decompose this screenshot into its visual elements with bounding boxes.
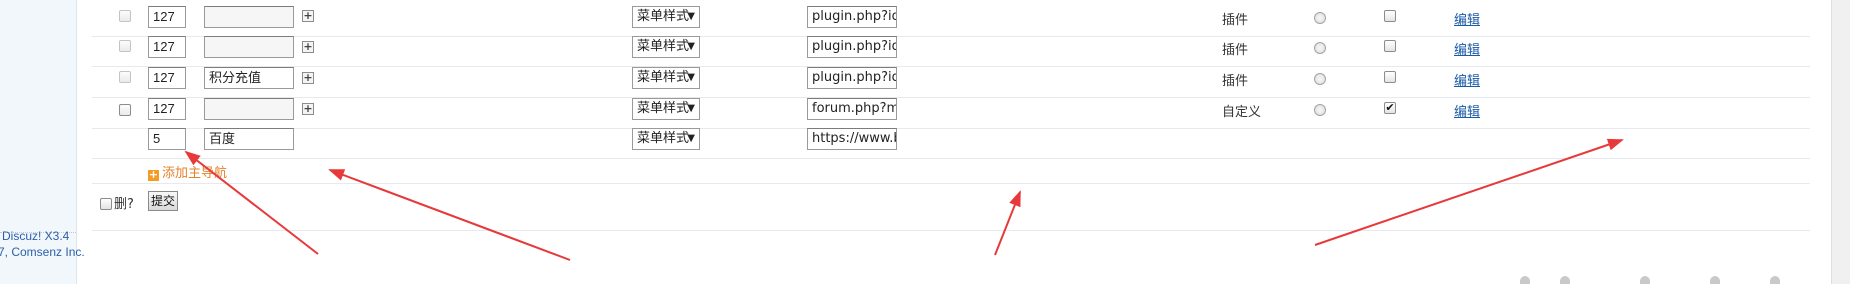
add-main-nav-link[interactable]: + 添加主导航 [148,162,227,181]
style-value: 菜单样式 [637,39,690,54]
delete-checkbox-row: 删? [100,193,134,212]
add-main-nav-label: 添加主导航 [162,166,228,181]
delete-all-checkbox[interactable] [100,198,112,210]
dropdown-arrow-icon: ▼ [687,72,695,83]
order-input[interactable]: 127 [148,98,186,120]
new-order-input[interactable]: 5 [148,128,186,150]
vertical-scrollbar[interactable] [1831,0,1850,284]
open-new-window-checkbox[interactable] [1384,71,1396,83]
delete-label: 删? [114,197,134,212]
new-url-input[interactable]: https://www.baid [807,128,897,150]
default-radio[interactable] [1314,73,1326,85]
status-bar [1520,276,1830,284]
nav-type: 自定义 [1222,105,1262,120]
style-select[interactable]: 菜单样式 ▼ [632,98,700,120]
name-input[interactable] [204,6,294,28]
arrow-to-url-input [994,190,1021,256]
style-value: 菜单样式 [637,70,690,85]
footer-copyright: 7, Comsenz Inc. [0,245,85,259]
add-subnav-icon[interactable]: + [302,10,314,22]
delete-row-checkbox[interactable] [119,40,131,52]
style-select[interactable]: 菜单样式 ▼ [632,36,700,58]
name-input[interactable] [204,98,294,120]
nav-type: 插件 [1222,13,1249,28]
order-input[interactable]: 127 [148,67,186,89]
open-new-window-checkbox[interactable] [1384,10,1396,22]
add-icon: + [148,168,159,181]
url-input[interactable]: forum.php?mod= [807,98,897,120]
name-input[interactable]: 积分充值 [204,67,294,89]
footer-version: Discuz! X3.4 [2,229,70,243]
name-input[interactable] [204,36,294,58]
open-new-window-checkbox[interactable]: ✔ [1384,102,1396,114]
left-sidebar: Discuz! X3.4 7, Comsenz Inc. [0,0,85,284]
new-style-value: 菜单样式 [637,131,690,146]
edit-link[interactable]: 编辑 [1454,39,1480,58]
table-bottom-divider [92,230,1810,231]
divider [92,183,1810,184]
url-input[interactable]: plugin.php?id=th [807,67,897,89]
delete-row-checkbox[interactable] [119,10,131,22]
delete-row-checkbox[interactable] [119,104,131,116]
edit-link[interactable]: 编辑 [1454,9,1480,28]
url-input[interactable]: plugin.php?id=rjy [807,36,897,58]
add-subnav-icon[interactable]: + [302,103,314,115]
order-input[interactable]: 127 [148,6,186,28]
dropdown-arrow-icon: ▼ [687,41,695,52]
edit-link[interactable]: 编辑 [1454,70,1480,89]
nav-type: 插件 [1222,43,1249,58]
new-name-input[interactable]: 百度 [204,128,294,150]
default-radio[interactable] [1314,104,1326,116]
dropdown-arrow-icon: ▼ [687,103,695,114]
add-subnav-icon[interactable]: + [302,72,314,84]
submit-button[interactable]: 提交 [148,191,178,211]
delete-row-checkbox[interactable] [119,71,131,83]
style-select[interactable]: 菜单样式 ▼ [632,67,700,89]
url-input[interactable]: plugin.php?id=dz [807,6,897,28]
default-radio[interactable] [1314,42,1326,54]
style-value: 菜单样式 [637,9,690,24]
dropdown-arrow-icon: ▼ [687,133,695,144]
open-new-window-checkbox[interactable] [1384,40,1396,52]
dropdown-arrow-icon: ▼ [687,11,695,22]
nav-type: 插件 [1222,74,1249,89]
edit-link[interactable]: 编辑 [1454,101,1480,120]
default-radio[interactable] [1314,12,1326,24]
order-input[interactable]: 127 [148,36,186,58]
new-nav-row: 5 百度 菜单样式▼ https://www.baid [92,122,1810,159]
new-style-select[interactable]: 菜单样式 ▼ [632,128,700,150]
style-select[interactable]: 菜单样式 ▼ [632,6,700,28]
add-subnav-icon[interactable]: + [302,41,314,53]
style-value: 菜单样式 [637,101,690,116]
